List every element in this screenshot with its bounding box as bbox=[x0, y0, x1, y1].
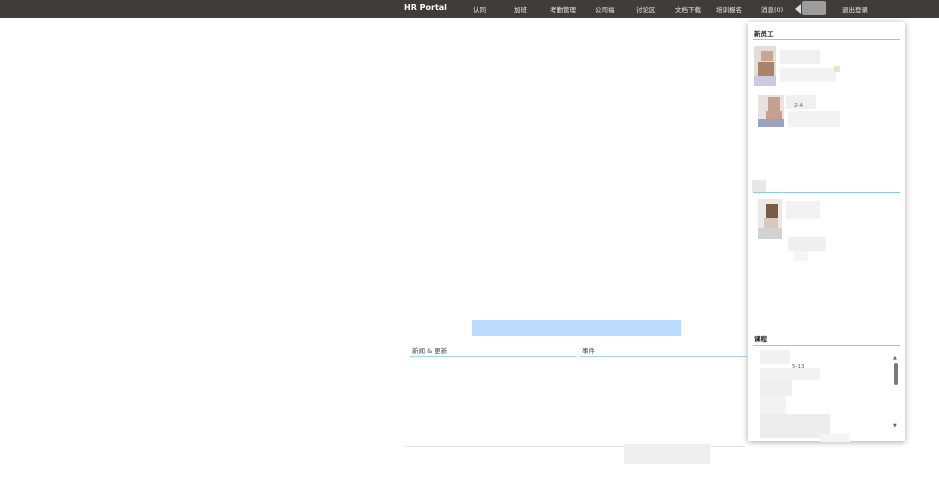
top-nav-bar: HR Portal 认同 加班 考勤管理 公司福 讨论区 文档下载 培训报名 消… bbox=[0, 0, 939, 18]
brand-logo[interactable]: HR Portal bbox=[404, 3, 447, 12]
nav-item-benefits[interactable]: 公司福 bbox=[595, 4, 615, 14]
birthday-section-underline bbox=[753, 192, 900, 193]
nav-item-logout[interactable]: 退出登录 bbox=[842, 4, 868, 14]
user-avatar[interactable] bbox=[802, 1, 826, 15]
scroll-up-arrow-icon[interactable]: ▲ bbox=[893, 355, 897, 361]
new-employees-underline bbox=[753, 39, 900, 40]
nav-item-forum[interactable]: 讨论区 bbox=[636, 4, 656, 14]
employee-photo-shirt bbox=[754, 76, 776, 86]
employee-detail-blur bbox=[780, 68, 836, 82]
events-section-underline bbox=[579, 356, 747, 357]
course-date: 5-13 bbox=[792, 364, 805, 370]
nav-item-recognition[interactable]: 认同 bbox=[473, 4, 486, 14]
nav-item-messages[interactable]: 消息(0) bbox=[761, 4, 783, 14]
course-item-blur bbox=[820, 434, 850, 442]
news-section-title: 新闻 & 更新 bbox=[412, 347, 448, 355]
employee-detail-blur bbox=[794, 251, 808, 261]
employee-photo-body bbox=[766, 111, 782, 119]
employee-photo-body bbox=[764, 218, 778, 228]
employee-name-blur bbox=[780, 50, 820, 64]
highlight-bar bbox=[472, 320, 681, 336]
scroll-down-arrow-icon[interactable]: ▼ bbox=[893, 423, 897, 429]
employee-card[interactable]: 2-4 bbox=[758, 95, 842, 131]
courses-section-title: 课程 bbox=[754, 335, 767, 343]
course-item-blur bbox=[760, 350, 790, 364]
employee-photo-face bbox=[761, 51, 773, 61]
employee-name-blur bbox=[786, 201, 820, 219]
new-employees-title: 新员工 bbox=[754, 30, 774, 38]
employee-photo-face bbox=[768, 97, 780, 111]
employee-detail-blur bbox=[788, 237, 826, 251]
employee-card[interactable] bbox=[758, 199, 830, 261]
scrollbar-thumb[interactable] bbox=[894, 363, 898, 385]
nav-item-training[interactable]: 培训报名 bbox=[716, 4, 742, 14]
employee-photo-face bbox=[766, 204, 778, 218]
footer-blur bbox=[624, 444, 710, 464]
employee-entry-date: 2-4 bbox=[794, 103, 803, 109]
employee-detail-blur bbox=[788, 111, 840, 127]
employee-tag-blur bbox=[834, 66, 840, 72]
side-panel: 新员工 2-4 课程 5-13 ▲ ▼ bbox=[748, 22, 905, 442]
employee-photo-shirt bbox=[758, 119, 784, 127]
events-section-title: 事件 bbox=[582, 347, 595, 355]
course-item-blur bbox=[760, 380, 792, 396]
section-divider-blur bbox=[752, 180, 766, 192]
nav-item-overtime[interactable]: 加班 bbox=[514, 4, 527, 14]
nav-item-downloads[interactable]: 文档下载 bbox=[675, 4, 701, 14]
user-avatar-caret-icon bbox=[795, 4, 801, 14]
employee-photo-shirt bbox=[758, 228, 782, 239]
employee-card[interactable] bbox=[754, 46, 840, 86]
course-item-blur bbox=[760, 396, 786, 414]
news-section-underline bbox=[410, 356, 576, 357]
nav-item-attendance[interactable]: 考勤管理 bbox=[550, 4, 576, 14]
employee-photo-body bbox=[758, 62, 774, 76]
course-item-blur bbox=[760, 368, 820, 380]
course-list[interactable]: 5-13 bbox=[756, 346, 888, 442]
